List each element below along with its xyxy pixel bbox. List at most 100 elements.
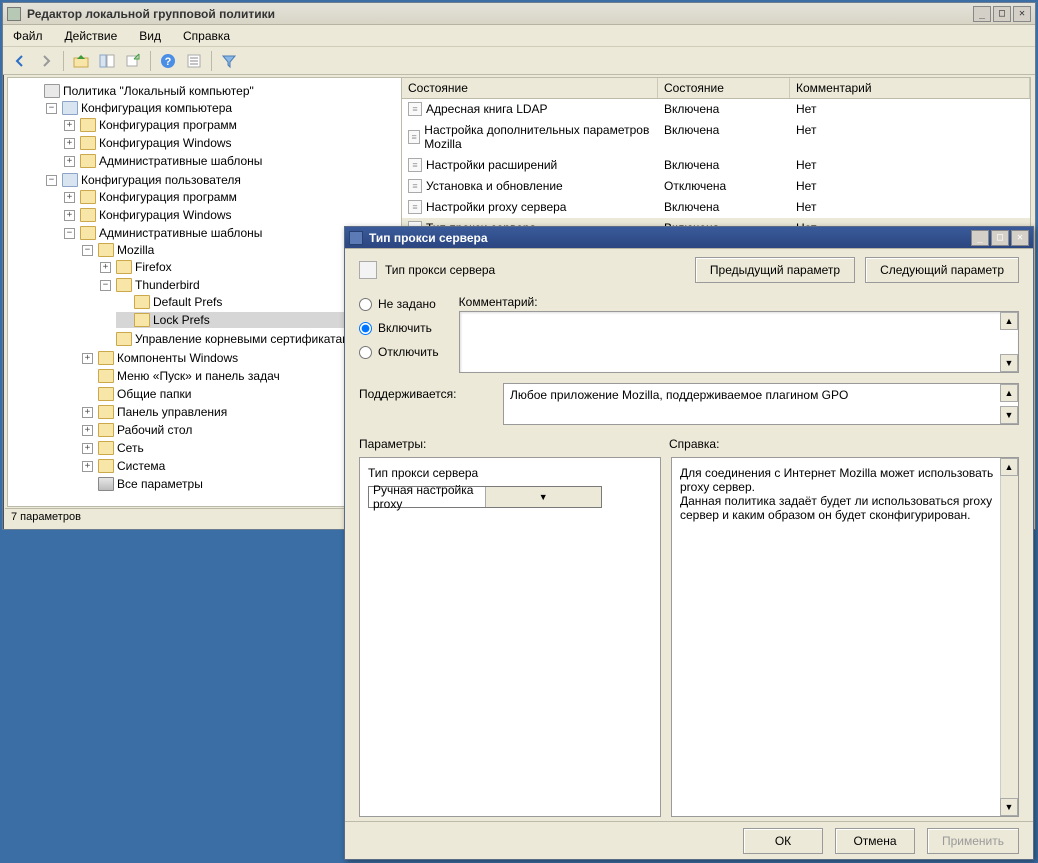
folder-icon [98,387,114,401]
folder-icon [98,369,114,383]
policy-dialog: Тип прокси сервера _ □ ✕ Тип прокси серв… [344,226,1034,860]
properties-button[interactable] [183,50,205,72]
menu-file[interactable]: Файл [9,27,47,45]
folder-icon [116,332,132,346]
help-scrollbar[interactable]: ▲ ▼ [1000,458,1018,816]
maximize-button[interactable]: □ [993,6,1011,22]
comment-label: Комментарий: [459,295,1019,309]
tree-user-windows-config[interactable]: +Конфигурация Windows [62,207,401,223]
setting-item-icon: ≡ [408,200,422,214]
scroll-down-icon[interactable]: ▼ [1000,354,1018,372]
forward-button[interactable] [35,50,57,72]
row-name: Настройка дополнительных параметров Mozi… [424,123,652,151]
folder-icon [116,278,132,292]
list-row[interactable]: ≡ Настройка дополнительных параметров Moz… [402,120,1030,155]
dialog-maximize-button[interactable]: □ [991,230,1009,246]
row-state: Отключена [658,176,790,196]
list-row[interactable]: ≡Адресная книга LDAPВключенаНет [402,99,1030,120]
list-row[interactable]: ≡ Установка и обновление ОтключенаНет [402,176,1030,197]
setting-item-icon: ≡ [408,179,422,193]
tree-user-software-config[interactable]: +Конфигурация программ [62,189,401,205]
row-state: Включена [658,120,790,154]
menu-action[interactable]: Действие [61,27,122,45]
ok-button[interactable]: ОК [743,828,823,854]
supported-text: Любое приложение Mozilla, поддерживаемое… [510,388,848,402]
help-button[interactable]: ? [157,50,179,72]
tree-admin-templates[interactable]: +Административные шаблоны [62,153,401,169]
header-name[interactable]: Состояние [402,78,658,98]
dialog-icon [349,231,363,245]
header-state[interactable]: Состояние [658,78,790,98]
scroll-up-icon[interactable]: ▲ [1000,384,1018,402]
scroll-up-icon[interactable]: ▲ [1000,312,1018,330]
radio-enabled[interactable]: Включить [359,321,439,335]
folder-icon [80,118,96,132]
chevron-down-icon[interactable]: ▼ [485,487,602,507]
folder-icon [98,405,114,419]
row-comment: Нет [790,99,1030,119]
filter-button[interactable] [218,50,240,72]
scroll-down-icon[interactable]: ▼ [1000,406,1018,424]
toolbar: ? [3,47,1035,75]
parameters-panel: Тип прокси сервера Ручная настройка prox… [359,457,661,817]
tree-software-config[interactable]: +Конфигурация программ [62,117,401,133]
tree-root[interactable]: Политика "Локальный компьютер" [26,83,401,99]
minimize-button[interactable]: _ [973,6,991,22]
main-title: Редактор локальной групповой политики [27,7,973,21]
app-icon [7,7,21,21]
row-comment: Нет [790,197,1030,217]
tree-computer-config[interactable]: −Конфигурация компьютера [44,100,401,116]
dialog-title: Тип прокси сервера [369,231,971,245]
menu-view[interactable]: Вид [135,27,165,45]
folder-icon [98,351,114,365]
next-setting-button[interactable]: Следующий параметр [865,257,1019,283]
prev-setting-button[interactable]: Предыдущий параметр [695,257,855,283]
dialog-footer: ОК Отмена Применить [345,821,1033,859]
radio-disabled[interactable]: Отключить [359,345,439,359]
dialog-close-button[interactable]: ✕ [1011,230,1029,246]
cancel-button[interactable]: Отмена [835,828,915,854]
list-header[interactable]: Состояние Состояние Комментарий [402,78,1030,99]
back-button[interactable] [9,50,31,72]
show-hide-tree-button[interactable] [96,50,118,72]
row-comment: Нет [790,155,1030,175]
main-titlebar[interactable]: Редактор локальной групповой политики _ … [3,3,1035,25]
comment-textarea[interactable]: ▲ ▼ [459,311,1019,373]
list-row[interactable]: ≡Настройки расширенийВключенаНет [402,155,1030,176]
row-state: Включена [658,99,790,119]
header-comment[interactable]: Комментарий [790,78,1030,98]
folder-icon [134,313,150,327]
radio-not-configured[interactable]: Не задано [359,297,439,311]
setting-name: Тип прокси сервера [385,263,495,277]
row-name: Установка и обновление [426,179,563,193]
tree-pane[interactable]: Политика "Локальный компьютер" −Конфигур… [8,78,402,506]
computer-icon [62,101,78,115]
up-button[interactable] [70,50,92,72]
folder-icon [116,260,132,274]
export-button[interactable] [122,50,144,72]
folder-icon [80,226,96,240]
menu-help[interactable]: Справка [179,27,234,45]
setting-item-icon: ≡ [408,130,420,144]
folder-icon [80,208,96,222]
scroll-down-icon[interactable]: ▼ [1000,798,1018,816]
help-text: Для соединения с Интернет Mozilla может … [680,466,996,522]
dialog-minimize-button[interactable]: _ [971,230,989,246]
proxy-type-combo[interactable]: Ручная настройка proxy ▼ [368,486,602,508]
combo-value: Ручная настройка proxy [369,483,485,511]
row-comment: Нет [790,176,1030,196]
apply-button[interactable]: Применить [927,828,1019,854]
tree-user-config[interactable]: −Конфигурация пользователя [44,172,401,188]
list-row[interactable]: ≡Настройки proxy сервераВключенаНет [402,197,1030,218]
dialog-titlebar[interactable]: Тип прокси сервера _ □ ✕ [345,227,1033,249]
close-button[interactable]: ✕ [1013,6,1031,22]
supported-box: Любое приложение Mozilla, поддерживаемое… [503,383,1019,425]
help-panel: Для соединения с Интернет Mozilla может … [671,457,1019,817]
scroll-up-icon[interactable]: ▲ [1000,458,1018,476]
param-name: Тип прокси сервера [368,466,652,480]
folder-icon [80,190,96,204]
tree-windows-config[interactable]: +Конфигурация Windows [62,135,401,151]
parameters-label: Параметры: [359,437,669,451]
setting-item-icon: ≡ [408,102,422,116]
row-name: Настройки proxy сервера [426,200,566,214]
